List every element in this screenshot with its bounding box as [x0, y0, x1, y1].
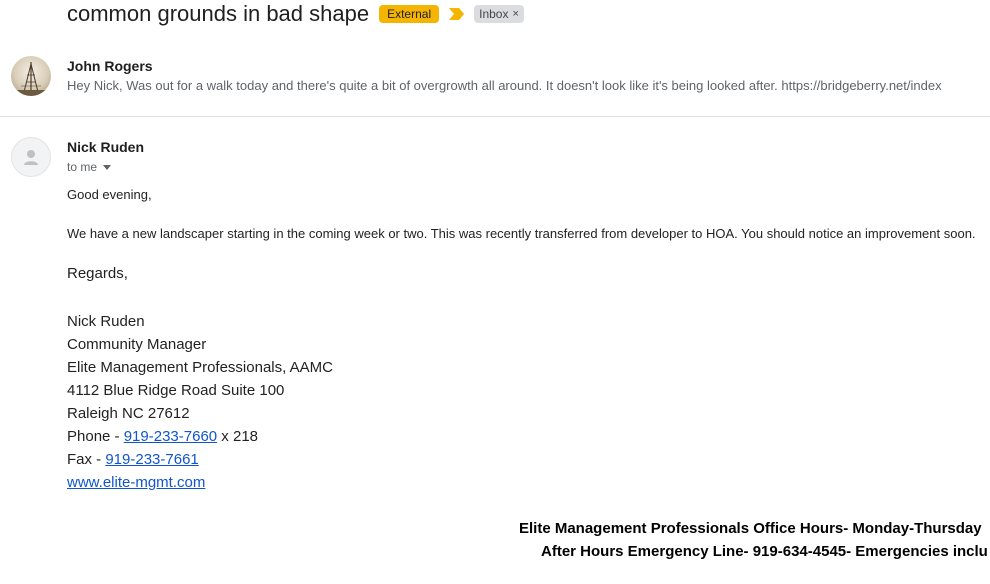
fax-label: Fax - — [67, 451, 106, 468]
recipient-details-toggle[interactable]: to me — [67, 160, 112, 174]
radio-tower-icon — [11, 62, 51, 96]
emergency-line: After Hours Emergency Line- 919-634-4545… — [541, 543, 988, 560]
signature-phone-line: Phone - 919-233-7660 x 218 — [67, 428, 258, 445]
external-badge: External — [379, 5, 440, 23]
signature-website: www.elite-mgmt.com — [67, 474, 205, 491]
email-subject: common grounds in bad shape — [67, 1, 370, 26]
recipient-label: to me — [67, 160, 98, 174]
signature-address-line1: 4112 Blue Ridge Road Suite 100 — [67, 382, 285, 399]
office-hours-line: Elite Management Professionals Office Ho… — [519, 520, 982, 537]
chevron-down-icon — [103, 164, 112, 170]
message-divider — [0, 116, 990, 117]
signature-name: Nick Ruden — [67, 313, 145, 330]
message-snippet: Hey Nick, Was out for a walk today and t… — [67, 78, 942, 93]
closing: Regards, — [67, 265, 128, 282]
email-thread-view: common grounds in bad shape External Inb… — [0, 0, 990, 584]
person-icon — [24, 150, 38, 165]
signature-address-line2: Raleigh NC 27612 — [67, 405, 190, 422]
signature-fax-line: Fax - 919-233-7661 — [67, 451, 199, 468]
signature-title: Community Manager — [67, 336, 207, 353]
website-link[interactable]: www.elite-mgmt.com — [67, 474, 205, 491]
greeting: Good evening, — [67, 187, 152, 202]
remove-label-icon[interactable]: × — [512, 7, 518, 21]
phone-link[interactable]: 919-233-7660 — [124, 428, 217, 445]
sender-avatar — [11, 56, 51, 96]
phone-extension: x 218 — [217, 428, 259, 445]
inbox-label-text: Inbox — [479, 7, 509, 21]
inbox-label-chip[interactable]: Inbox × — [474, 5, 524, 23]
importance-marker-icon[interactable] — [449, 8, 465, 20]
sender-name: Nick Ruden — [67, 139, 145, 155]
sender-name: John Rogers — [67, 58, 153, 74]
body-paragraph: We have a new landscaper starting in the… — [67, 226, 976, 241]
phone-label: Phone - — [67, 428, 124, 445]
fax-link[interactable]: 919-233-7661 — [105, 451, 198, 468]
sender-avatar — [11, 137, 51, 177]
subject-row: common grounds in bad shape External Inb… — [67, 0, 524, 28]
collapsed-message[interactable]: John Rogers Hey Nick, Was out for a walk… — [0, 52, 990, 116]
signature-company: Elite Management Professionals, AAMC — [67, 359, 333, 376]
